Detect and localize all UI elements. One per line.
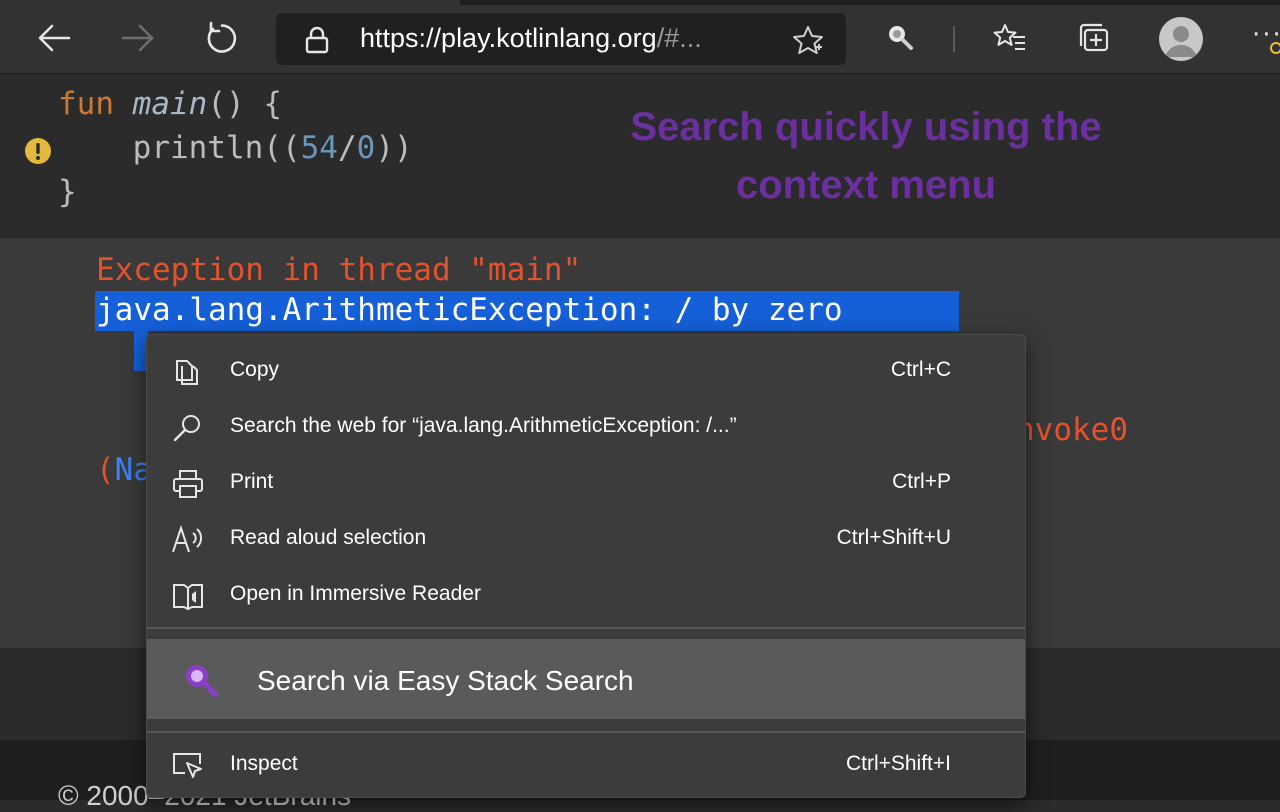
promo-caption: Search quickly using the context menu: [596, 98, 1136, 214]
menu-item-inspect[interactable]: Inspect Ctrl+Shift+I: [147, 737, 1025, 793]
output-fragment-invoke: nvoke0: [1016, 412, 1128, 448]
read-aloud-icon: [171, 524, 205, 555]
menu-item-read-aloud[interactable]: Read aloud selection Ctrl+Shift+U: [147, 511, 1025, 567]
menu-divider: [147, 731, 1025, 733]
forward-arrow-icon[interactable]: [114, 14, 162, 62]
refresh-icon[interactable]: [198, 14, 246, 62]
promo-line-1: Search quickly using the: [630, 105, 1102, 149]
menu-label: Search the web for “java.lang.Arithmetic…: [230, 414, 737, 437]
code-println: println((: [58, 130, 301, 166]
easy-stack-search-icon: [181, 661, 221, 701]
collections-icon[interactable]: [1070, 14, 1118, 62]
search-icon: [171, 413, 205, 443]
code-line-3: }: [58, 174, 77, 210]
code-close-paren: )): [375, 130, 413, 166]
favorites-list-icon[interactable]: [986, 14, 1034, 62]
code-number-2: 0: [356, 130, 376, 166]
url-path: /#...: [656, 23, 702, 53]
menu-divider: [147, 627, 1025, 629]
url-text[interactable]: https://play.kotlinlang.org/#...: [360, 23, 702, 54]
magnifier-extension-icon[interactable]: [876, 14, 924, 62]
inspect-icon: [171, 751, 205, 781]
menu-label: Copy: [230, 358, 280, 381]
browser-toolbar: https://play.kotlinlang.org/#... ···: [0, 0, 1280, 74]
copy-icon: [171, 357, 205, 387]
menu-shortcut: Ctrl+P: [892, 470, 951, 493]
menu-shortcut: Ctrl+C: [890, 358, 951, 381]
context-menu: Copy Ctrl+C Search the web for “java.lan…: [146, 334, 1026, 798]
star-icon[interactable]: [792, 25, 824, 59]
menu-item-immersive-reader[interactable]: Open in Immersive Reader: [147, 567, 1025, 623]
url-host: play.kotlinlang.org: [441, 23, 657, 53]
output-paren: (: [96, 452, 115, 488]
code-operator: /: [337, 130, 357, 166]
code-line-2: println((54/0)): [58, 130, 413, 166]
back-arrow-icon[interactable]: [30, 14, 78, 62]
print-icon: [171, 469, 205, 499]
output-fragment-native: (Na: [96, 452, 152, 488]
menu-label: Print: [230, 470, 274, 493]
tab-strip-edge: [460, 0, 1280, 5]
menu-shortcut: Ctrl+Shift+U: [836, 526, 951, 549]
menu-item-copy[interactable]: Copy Ctrl+C: [147, 343, 1025, 399]
address-bar[interactable]: https://play.kotlinlang.org/#...: [276, 13, 846, 65]
menu-label: Inspect: [230, 752, 298, 775]
menu-item-easy-stack-search[interactable]: Search via Easy Stack Search: [147, 639, 1025, 719]
function-name: main: [132, 86, 208, 122]
profile-avatar[interactable]: [1159, 17, 1203, 61]
warning-icon[interactable]: [24, 137, 52, 165]
toolbar-separator: [953, 26, 955, 52]
keyword-fun: fun: [58, 86, 114, 122]
menu-label: Open in Immersive Reader: [230, 582, 481, 605]
code-line-1-rest: () {: [207, 86, 282, 122]
menu-label: Search via Easy Stack Search: [257, 665, 634, 696]
output-exception-line: Exception in thread "main": [96, 252, 582, 288]
code-number-1: 54: [300, 130, 338, 166]
url-scheme: https://: [360, 23, 442, 53]
selected-text[interactable]: java.lang.ArithmeticException: / by zero: [96, 292, 843, 328]
menu-shortcut: Ctrl+Shift+I: [845, 752, 951, 775]
lock-icon[interactable]: [304, 26, 330, 58]
menu-item-print[interactable]: Print Ctrl+P: [147, 455, 1025, 511]
code-line-1: fun main() {: [58, 86, 282, 122]
menu-item-search-web[interactable]: Search the web for “java.lang.Arithmetic…: [147, 399, 1025, 455]
update-indicator: [1270, 42, 1280, 54]
immersive-reader-icon: [171, 581, 205, 611]
menu-label: Read aloud selection: [230, 526, 427, 549]
promo-line-2: context menu: [735, 163, 997, 207]
